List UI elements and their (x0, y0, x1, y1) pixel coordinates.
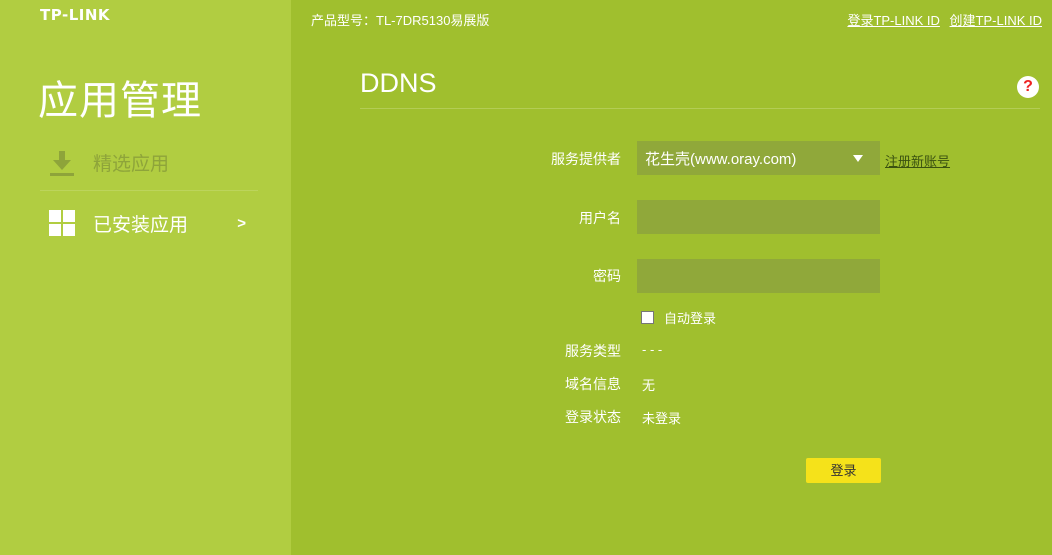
register-account-link[interactable]: 注册新账号 (885, 151, 950, 170)
grid-icon (48, 209, 76, 237)
account-links: 登录TP-LINK ID 创建TP-LINK ID (841, 10, 1042, 29)
dropdown-caret-icon (853, 154, 863, 162)
provider-selected-value: 花生壳(www.oray.com) (645, 150, 797, 168)
login-button[interactable]: 登录 (806, 458, 881, 483)
download-icon (48, 149, 76, 177)
title-divider (360, 108, 1040, 109)
sidebar-item-installed-apps[interactable]: 已安装应用 > (40, 195, 258, 251)
password-label: 密码 (593, 268, 621, 284)
page-title: DDNS (360, 68, 437, 98)
chevron-right-icon: > (237, 214, 246, 232)
sidebar-item-featured-apps[interactable]: 精选应用 (40, 135, 258, 191)
username-label: 用户名 (579, 210, 621, 226)
service-type-label: 服务类型 (565, 343, 621, 359)
login-status-value: 未登录 (642, 411, 682, 426)
login-tplink-id-link[interactable]: 登录TP-LINK ID (847, 13, 939, 28)
password-input[interactable] (637, 259, 880, 293)
tplink-logo: TP-LINK (40, 6, 111, 24)
sidebar: TP-LINK 应用管理 精选应用 已安装应用 > (0, 0, 291, 555)
auto-login-checkbox[interactable] (641, 311, 654, 324)
sidebar-title: 应用管理 (38, 79, 202, 123)
provider-label: 服务提供者 (551, 151, 621, 167)
sidebar-item-label: 精选应用 (93, 154, 170, 175)
login-status-label: 登录状态 (565, 409, 621, 425)
help-icon[interactable]: ? (1017, 76, 1039, 98)
domain-info-value: 无 (642, 378, 656, 393)
create-tplink-id-link[interactable]: 创建TP-LINK ID (950, 13, 1042, 28)
domain-info-label: 域名信息 (565, 376, 621, 392)
username-input[interactable] (637, 200, 880, 234)
provider-select[interactable]: 花生壳(www.oray.com) (637, 141, 880, 175)
auto-login-label: 自动登录 (664, 311, 717, 326)
sidebar-item-label: 已安装应用 (93, 214, 189, 236)
service-type-value: - - - (642, 342, 663, 357)
auto-login-row: 自动登录 (641, 308, 716, 327)
main-panel: 产品型号：TL-7DR5130易展版 登录TP-LINK ID 创建TP-LIN… (291, 0, 1052, 555)
product-model: 产品型号：TL-7DR5130易展版 (311, 13, 490, 28)
